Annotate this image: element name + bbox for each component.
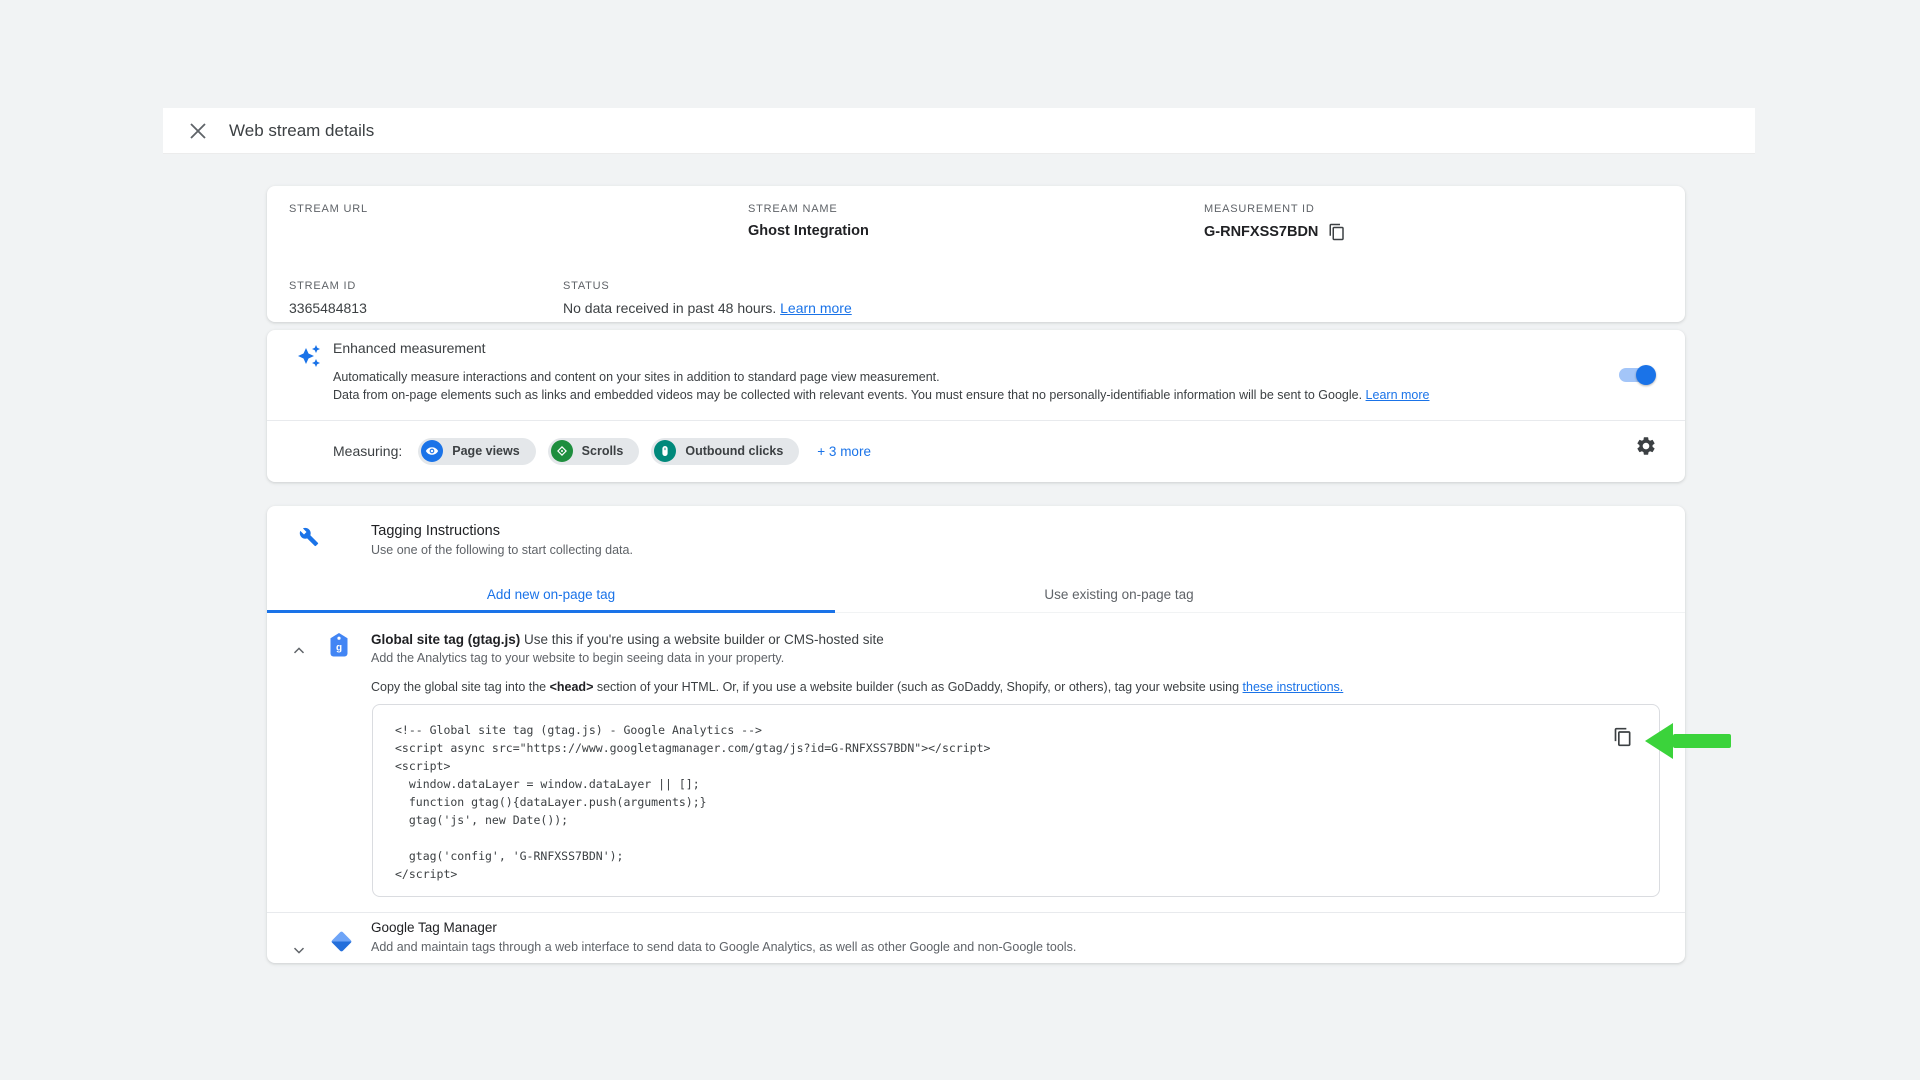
chip-label: Scrolls [582, 444, 624, 458]
copy-icon [1613, 727, 1633, 747]
code-line: function gtag(){dataLayer.push(arguments… [395, 793, 1599, 811]
chip-page-views: Page views [418, 438, 535, 465]
code-line: <script async src="https://www.googletag… [395, 739, 1599, 757]
gtag-code-snippet: <!-- Global site tag (gtag.js) - Google … [372, 704, 1660, 897]
green-arrow-annotation [1645, 723, 1731, 759]
gtm-section-title: Google Tag Manager [371, 920, 497, 935]
panel-header: Web stream details [163, 108, 1755, 154]
divider [267, 912, 1685, 913]
these-instructions-link[interactable]: these instructions. [1243, 680, 1344, 694]
code-line: <!-- Global site tag (gtag.js) - Google … [395, 721, 1599, 739]
tab-add-new-on-page-tag[interactable]: Add new on-page tag [267, 576, 835, 612]
tab-use-existing-on-page-tag[interactable]: Use existing on-page tag [835, 576, 1403, 612]
wrench-icon [299, 527, 319, 547]
eye-icon [421, 440, 443, 462]
stream-id-value: 3365484813 [289, 300, 367, 316]
copy-measurement-id-button[interactable] [1328, 223, 1346, 241]
code-line: gtag('config', 'G-RNFXSS7BDN'); [395, 847, 1599, 865]
code-line: <script> [395, 757, 1599, 775]
stream-url-label: STREAM URL [289, 203, 368, 215]
gtag-tag-icon: g [330, 633, 348, 657]
chip-outbound-clicks: Outbound clicks [651, 438, 799, 465]
chip-scrolls: Scrolls [548, 438, 640, 465]
gtag-section-subtitle: Add the Analytics tag to your website to… [371, 651, 784, 665]
code-line [395, 829, 1599, 847]
stream-name-value: Ghost Integration [748, 223, 869, 239]
stream-id-label: STREAM ID [289, 280, 367, 292]
gtm-section-subtitle: Add and maintain tags through a web inte… [371, 940, 1076, 954]
enhanced-measurement-title: Enhanced measurement [333, 340, 486, 356]
measurement-id-field: MEASUREMENT ID G-RNFXSS7BDN [1204, 203, 1346, 241]
tagging-instructions-title: Tagging Instructions [371, 523, 500, 539]
close-button[interactable] [183, 116, 213, 146]
page-title: Web stream details [229, 121, 374, 141]
measuring-label: Measuring: [333, 443, 402, 459]
svg-text:g: g [336, 643, 342, 654]
status-value: No data received in past 48 hours. Learn… [563, 300, 852, 316]
enhanced-measurement-toggle[interactable] [1619, 368, 1653, 382]
collapse-gtag-button[interactable] [285, 637, 313, 665]
stream-name-field: STREAM NAME Ghost Integration [748, 203, 869, 239]
chevron-down-icon [290, 941, 308, 959]
copy-icon [1328, 223, 1346, 241]
stream-name-label: STREAM NAME [748, 203, 869, 215]
chevron-up-icon [290, 642, 308, 660]
arrow-head [1645, 723, 1673, 759]
stream-id-field: STREAM ID 3365484813 [289, 280, 367, 316]
chip-label: Outbound clicks [685, 444, 783, 458]
mouse-icon [654, 440, 676, 462]
expand-gtm-button[interactable] [285, 936, 313, 964]
tagging-instructions-card: Tagging Instructions Use one of the foll… [267, 506, 1685, 963]
tagging-instructions-subtitle: Use one of the following to start collec… [371, 543, 633, 557]
code-line: gtag('js', new Date()); [395, 811, 1599, 829]
code-line: window.dataLayer = window.dataLayer || [… [395, 775, 1599, 793]
measurement-settings-button[interactable] [1635, 435, 1657, 457]
gtm-diamond-icon [332, 932, 352, 952]
chip-label: Page views [452, 444, 519, 458]
status-label: STATUS [563, 280, 852, 292]
enhanced-measurement-card: Enhanced measurement Automatically measu… [267, 330, 1685, 482]
stream-url-field: STREAM URL [289, 203, 368, 223]
measurement-id-value: G-RNFXSS7BDN [1204, 224, 1318, 240]
enhanced-learn-more-link[interactable]: Learn more [1366, 388, 1430, 402]
gtag-section-title: Global site tag (gtag.js) Use this if yo… [371, 632, 884, 647]
close-icon [190, 123, 206, 139]
scroll-icon [551, 440, 573, 462]
status-field: STATUS No data received in past 48 hours… [563, 280, 852, 316]
more-chips-link[interactable]: + 3 more [817, 444, 871, 459]
toggle-knob [1636, 365, 1656, 385]
sparkles-icon [297, 344, 321, 368]
enhanced-measurement-description: Automatically measure interactions and c… [333, 368, 1433, 404]
code-line: </script> [395, 865, 1599, 883]
gtag-copy-instruction: Copy the global site tag into the <head>… [371, 680, 1343, 694]
stream-info-card: STREAM URL STREAM NAME Ghost Integration… [267, 186, 1685, 322]
arrow-shaft [1673, 734, 1731, 748]
measurement-id-label: MEASUREMENT ID [1204, 203, 1346, 215]
tag-method-tabs: Add new on-page tag Use existing on-page… [267, 576, 1685, 613]
copy-code-button[interactable] [1613, 727, 1633, 747]
gear-icon [1635, 435, 1657, 457]
measuring-row: Measuring: Page views Scrolls Outbound c… [333, 420, 871, 482]
status-learn-more-link[interactable]: Learn more [780, 300, 852, 316]
